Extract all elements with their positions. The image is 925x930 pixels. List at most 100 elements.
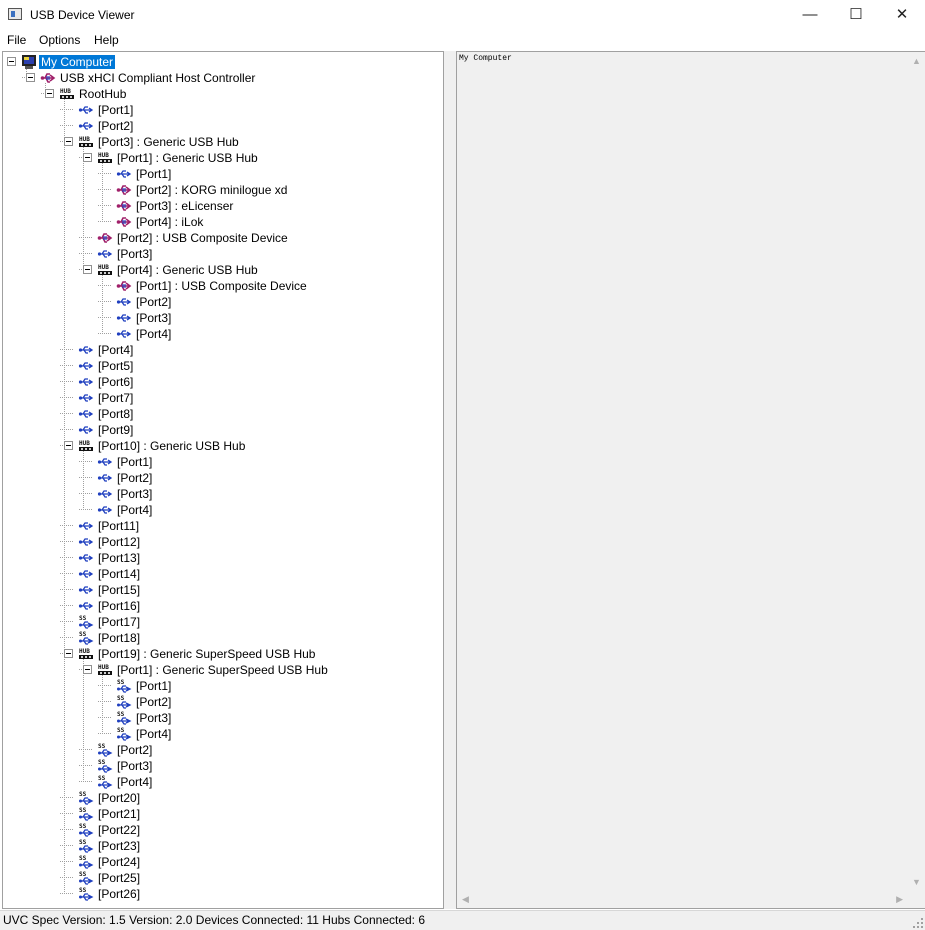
menu-options[interactable]: Options [39, 33, 80, 47]
tree-item[interactable]: [Port3] : eLicenser [3, 198, 443, 214]
tree-item-label: [Port15] [98, 583, 141, 597]
collapse-toggle-icon[interactable] [45, 89, 54, 98]
vertical-scrollbar[interactable]: ▲ ▼ [908, 52, 925, 891]
tree-item-label: [Port3] : eLicenser [136, 199, 234, 213]
tree-item[interactable]: [Port9] [3, 422, 443, 438]
tree-item[interactable]: [Port4] [3, 502, 443, 518]
tree-item[interactable]: SS [Port4] [3, 726, 443, 742]
tree-connector-line [60, 365, 73, 366]
collapse-toggle-icon[interactable] [83, 153, 92, 162]
tree-item[interactable]: [Port12] [3, 534, 443, 550]
minimize-button[interactable]: — [787, 0, 833, 30]
tree-item[interactable]: SS [Port24] [3, 854, 443, 870]
tree-item[interactable]: HUB RootHub [3, 86, 443, 102]
tree-item[interactable]: [Port7] [3, 390, 443, 406]
menu-file[interactable]: File [7, 33, 26, 47]
tree-item[interactable]: [Port4] [3, 326, 443, 342]
tree-item[interactable]: SS [Port17] [3, 614, 443, 630]
tree-item[interactable]: SS [Port4] [3, 774, 443, 790]
usb-port-icon [97, 470, 113, 486]
tree-item[interactable]: [Port1] [3, 102, 443, 118]
tree-item[interactable]: [Port2] [3, 294, 443, 310]
tree-item[interactable]: SS [Port26] [3, 886, 443, 902]
collapse-toggle-icon[interactable] [26, 73, 35, 82]
tree-item-label: [Port3] [136, 311, 172, 325]
tree-connector-line [98, 285, 111, 286]
usb-port-icon [78, 102, 94, 118]
device-tree[interactable]: My Computer USB xHCI Compliant Host Contr… [2, 51, 444, 909]
tree-item[interactable]: [Port2] [3, 470, 443, 486]
tree-connector-line [60, 797, 73, 798]
tree-connector-line [60, 589, 73, 590]
tree-item[interactable]: HUB [Port19] : Generic SuperSpeed USB Hub [3, 646, 443, 662]
tree-item[interactable]: [Port3] [3, 486, 443, 502]
tree-item[interactable]: My Computer [3, 54, 443, 70]
collapse-toggle-icon[interactable] [83, 265, 92, 274]
tree-item[interactable]: HUB [Port1] : Generic SuperSpeed USB Hub [3, 662, 443, 678]
svg-text:SS: SS [117, 727, 125, 734]
tree-item[interactable]: HUB [Port1] : Generic USB Hub [3, 150, 443, 166]
tree-item[interactable]: SS [Port23] [3, 838, 443, 854]
tree-item[interactable]: HUB [Port4] : Generic USB Hub [3, 262, 443, 278]
horizontal-scrollbar[interactable]: ◀ ▶ [457, 891, 908, 908]
tree-item[interactable]: SS [Port18] [3, 630, 443, 646]
menu-help[interactable]: Help [94, 33, 119, 47]
collapse-toggle-icon[interactable] [64, 441, 73, 450]
tree-item[interactable]: [Port16] [3, 598, 443, 614]
tree-item[interactable]: [Port11] [3, 518, 443, 534]
tree-item-label: [Port22] [98, 823, 141, 837]
tree-item[interactable]: [Port4] : iLok [3, 214, 443, 230]
svg-text:HUB: HUB [79, 440, 90, 447]
collapse-toggle-icon[interactable] [64, 137, 73, 146]
tree-item[interactable]: [Port4] [3, 342, 443, 358]
tree-item-label: [Port20] [98, 791, 141, 805]
tree-item[interactable]: SS [Port3] [3, 758, 443, 774]
app-icon [8, 8, 22, 20]
tree-item[interactable]: [Port13] [3, 550, 443, 566]
tree-item[interactable]: [Port2] : USB Composite Device [3, 230, 443, 246]
collapse-toggle-icon[interactable] [83, 665, 92, 674]
tree-item[interactable]: HUB [Port3] : Generic USB Hub [3, 134, 443, 150]
svg-text:SS: SS [117, 695, 125, 702]
pane-splitter[interactable] [444, 51, 456, 909]
close-button[interactable]: ✕ [879, 0, 925, 30]
tree-item[interactable]: SS [Port20] [3, 790, 443, 806]
tree-item[interactable]: SS [Port2] [3, 694, 443, 710]
tree-item-label: [Port2] [117, 471, 153, 485]
maximize-button[interactable]: ☐ [833, 0, 879, 30]
tree-item[interactable]: [Port2] [3, 118, 443, 134]
tree-item[interactable]: HUB [Port10] : Generic USB Hub [3, 438, 443, 454]
tree-item[interactable]: [Port3] [3, 246, 443, 262]
tree-item[interactable]: SS [Port1] [3, 678, 443, 694]
tree-item[interactable]: SS [Port3] [3, 710, 443, 726]
superspeed-port-icon: SS [97, 742, 113, 758]
tree-connector-line [98, 685, 111, 686]
tree-item[interactable]: SS [Port22] [3, 822, 443, 838]
svg-text:SS: SS [79, 807, 87, 814]
svg-text:SS: SS [79, 871, 87, 878]
scroll-down-icon[interactable]: ▼ [912, 877, 921, 887]
tree-item[interactable]: [Port1] [3, 454, 443, 470]
usb-port-icon [116, 166, 132, 182]
collapse-toggle-icon[interactable] [64, 649, 73, 658]
tree-item[interactable]: SS [Port25] [3, 870, 443, 886]
usb-port-icon [78, 518, 94, 534]
scroll-left-icon[interactable]: ◀ [462, 894, 469, 905]
tree-item[interactable]: [Port1] [3, 166, 443, 182]
resize-grip-icon[interactable] [913, 918, 923, 928]
tree-item[interactable]: [Port6] [3, 374, 443, 390]
tree-item[interactable]: [Port15] [3, 582, 443, 598]
tree-item[interactable]: SS [Port21] [3, 806, 443, 822]
computer-icon [21, 54, 37, 70]
tree-item[interactable]: USB xHCI Compliant Host Controller [3, 70, 443, 86]
tree-item[interactable]: [Port14] [3, 566, 443, 582]
collapse-toggle-icon[interactable] [7, 57, 16, 66]
tree-item[interactable]: SS [Port2] [3, 742, 443, 758]
tree-item[interactable]: [Port1] : USB Composite Device [3, 278, 443, 294]
scroll-up-icon[interactable]: ▲ [912, 56, 921, 66]
tree-item[interactable]: [Port8] [3, 406, 443, 422]
tree-item[interactable]: [Port5] [3, 358, 443, 374]
scroll-right-icon[interactable]: ▶ [896, 894, 903, 905]
tree-item[interactable]: [Port3] [3, 310, 443, 326]
tree-item[interactable]: [Port2] : KORG minilogue xd [3, 182, 443, 198]
